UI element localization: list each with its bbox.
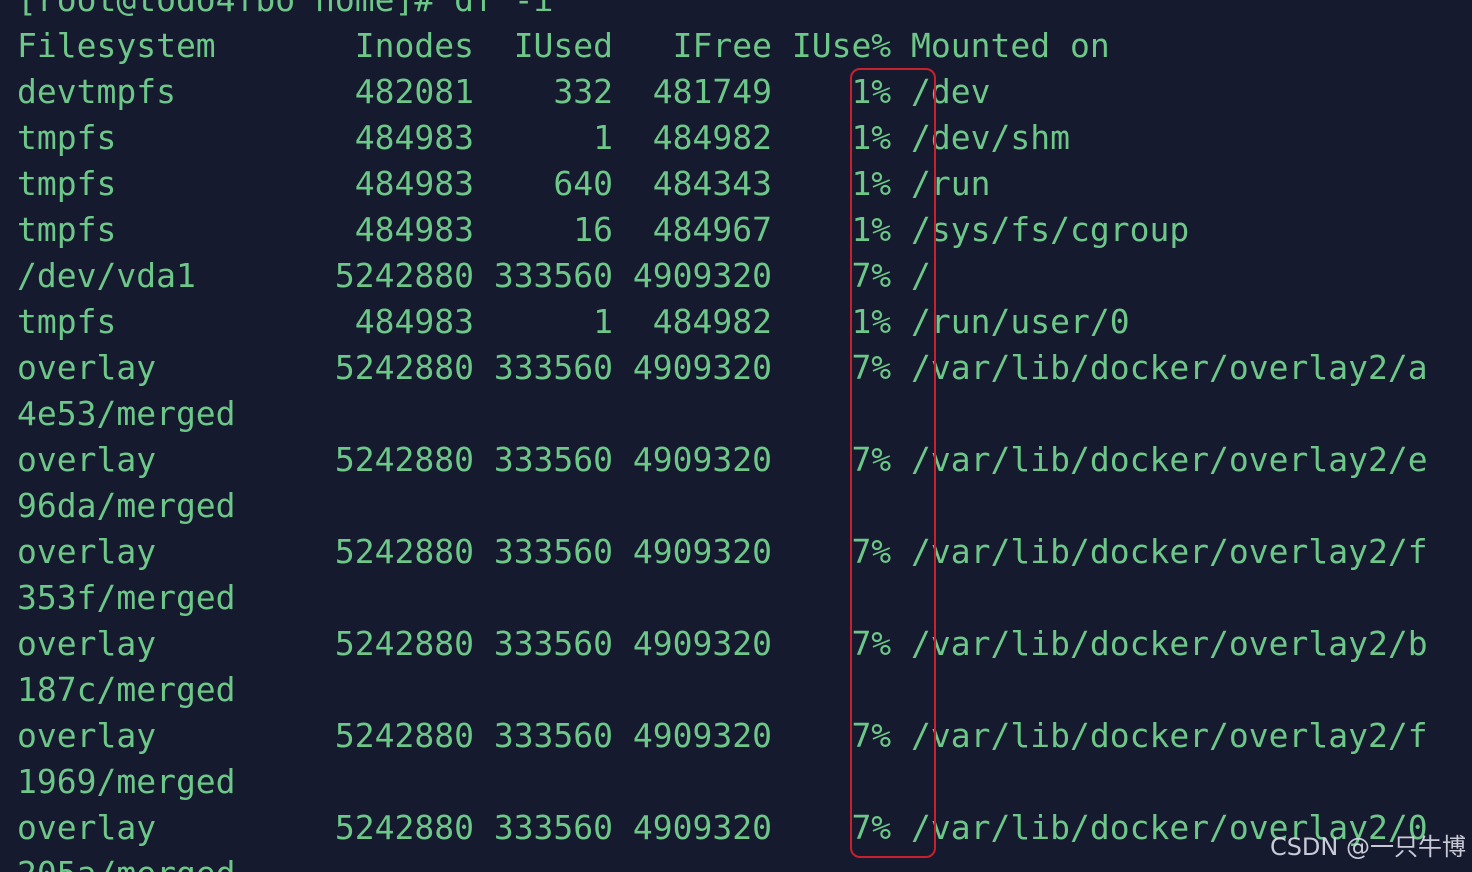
terminal-prompt-line: [root@todo4fbo home]# df -i [17, 0, 553, 23]
df-row-overlay: overlay 5242880 333560 4909320 7% /var/l… [17, 624, 1428, 663]
df-row-tmpfs-run: tmpfs 484983 640 484343 1% /run [17, 164, 991, 203]
df-row-vda1: /dev/vda1 5242880 333560 4909320 7% / [17, 256, 931, 295]
df-row-wrap: 1969/merged [17, 762, 236, 801]
terminal-window[interactable]: [root@todo4fbo home]# df -i Filesystem I… [0, 0, 1472, 872]
df-row-wrap: 187c/merged [17, 670, 236, 709]
df-row-overlay: overlay 5242880 333560 4909320 7% /var/l… [17, 716, 1428, 755]
df-row-wrap: 96da/merged [17, 486, 236, 525]
df-row-tmpfs-cgroup: tmpfs 484983 16 484967 1% /sys/fs/cgroup [17, 210, 1190, 249]
df-row-overlay: overlay 5242880 333560 4909320 7% /var/l… [17, 348, 1428, 387]
df-row-tmpfs-run-user: tmpfs 484983 1 484982 1% /run/user/0 [17, 302, 1130, 341]
iuse-percent-highlight-box [850, 68, 936, 858]
df-header-row: Filesystem Inodes IUsed IFree IUse% Moun… [17, 26, 1110, 65]
df-row-wrap: 4e53/merged [17, 394, 236, 433]
df-row-wrap: 353f/merged [17, 578, 236, 617]
df-row-overlay: overlay 5242880 333560 4909320 7% /var/l… [17, 440, 1428, 479]
df-row-devtmpfs: devtmpfs 482081 332 481749 1% /dev [17, 72, 991, 111]
csdn-watermark: CSDN @一只牛博 [1269, 833, 1466, 861]
df-row-overlay: overlay 5242880 333560 4909320 7% /var/l… [17, 808, 1428, 847]
df-row-wrap: 205a/merged [17, 851, 236, 872]
df-row-overlay: overlay 5242880 333560 4909320 7% /var/l… [17, 532, 1428, 571]
